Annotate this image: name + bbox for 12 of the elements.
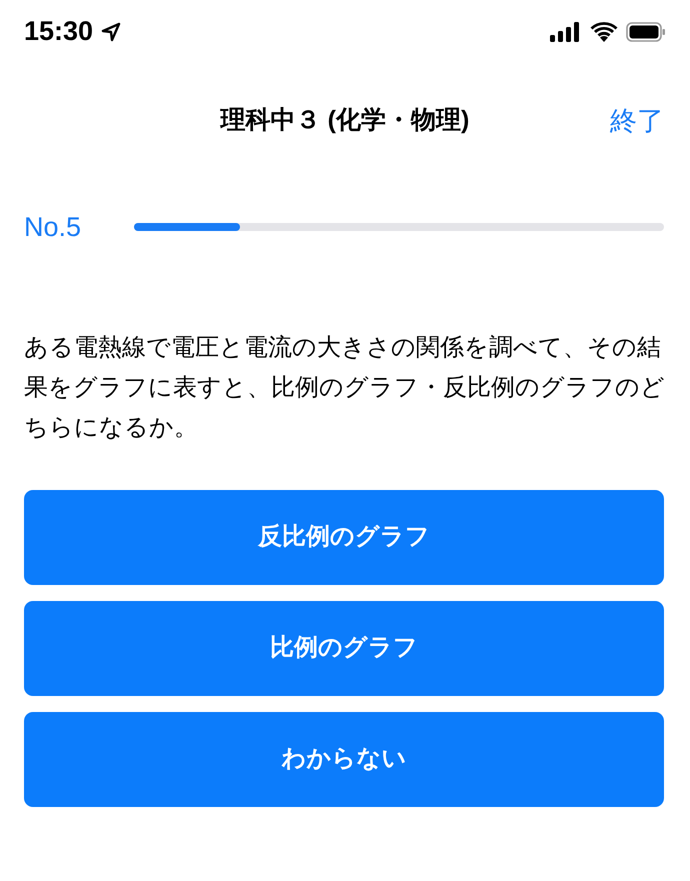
end-button[interactable]: 終了 [610,100,664,142]
battery-icon [626,22,666,42]
status-time: 15:30 [24,18,94,45]
question-text: ある電熱線で電圧と電流の大きさの関係を調べて、その結果をグラフに表すと、比例のグラフ・反比例のグラフのどちらになるか。 [24,332,666,442]
answer-button[interactable]: 反比例のグラフ [24,490,664,584]
signal-icon [550,22,582,42]
wifi-icon [590,22,618,42]
location-icon [101,22,122,42]
question-number: No.5 [24,211,82,244]
answer-button[interactable]: 比例のグラフ [24,600,664,696]
nav-title: 理科中３ (化学・物理) [220,105,470,136]
answer-button[interactable]: わからない [24,712,664,806]
